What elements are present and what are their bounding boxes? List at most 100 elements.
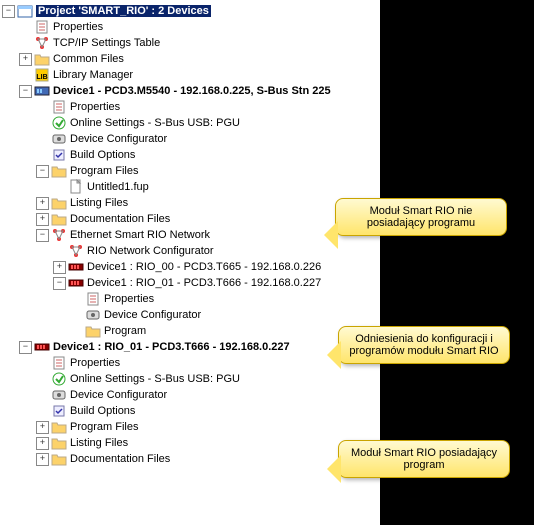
- label: Ethernet Smart RIO Network: [70, 229, 210, 241]
- folder-icon: [51, 163, 67, 179]
- label: Device1 : RIO_01 - PCD3.T666 - 192.168.0…: [53, 341, 290, 353]
- expand-toggle[interactable]: −: [36, 165, 49, 178]
- properties-icon: [34, 19, 50, 35]
- label: Device Configurator: [70, 389, 167, 401]
- dev1-fup-file[interactable]: Untitled1.fup: [0, 179, 380, 195]
- expand-toggle[interactable]: −: [36, 229, 49, 242]
- folder-icon: [51, 195, 67, 211]
- dev2-online[interactable]: Online Settings - S-Bus USB: PGU: [0, 371, 380, 387]
- online-icon: [51, 115, 67, 131]
- library-manager-node[interactable]: Library Manager: [0, 67, 380, 83]
- properties-node[interactable]: Properties: [0, 19, 380, 35]
- dev2-program-files[interactable]: + Program Files: [0, 419, 380, 435]
- rio00-node[interactable]: + Device1 : RIO_00 - PCD3.T665 - 192.168.…: [0, 259, 380, 275]
- expand-toggle[interactable]: +: [19, 53, 32, 66]
- rio-icon: [34, 339, 50, 355]
- network-icon: [68, 243, 84, 259]
- build-icon: [51, 147, 67, 163]
- folder-icon: [51, 419, 67, 435]
- dev1-online[interactable]: Online Settings - S-Bus USB: PGU: [0, 115, 380, 131]
- label: Online Settings - S-Bus USB: PGU: [70, 373, 240, 385]
- expand-toggle[interactable]: +: [36, 421, 49, 434]
- label: Properties: [70, 357, 120, 369]
- network-icon: [51, 227, 67, 243]
- tree-view: LIB − Project 'SMART_RIO' : 2 Devices Pr…: [0, 0, 380, 525]
- label: Device Configurator: [70, 133, 167, 145]
- project-icon: [17, 3, 33, 19]
- config-icon: [51, 387, 67, 403]
- label: Properties: [104, 293, 154, 305]
- dev1-program-files[interactable]: − Program Files: [0, 163, 380, 179]
- properties-icon: [85, 291, 101, 307]
- expand-toggle[interactable]: +: [36, 213, 49, 226]
- label: Program Files: [70, 165, 138, 177]
- callout-text: Odniesienia do konfiguracji i programów …: [349, 333, 498, 357]
- properties-icon: [51, 99, 67, 115]
- label: Device1 - PCD3.M5540 - 192.168.0.225, S-…: [53, 85, 331, 97]
- label: Properties: [53, 21, 103, 33]
- folder-icon: [85, 323, 101, 339]
- expand-toggle[interactable]: −: [19, 341, 32, 354]
- dev2-config[interactable]: Device Configurator: [0, 387, 380, 403]
- folder-icon: [51, 435, 67, 451]
- rio01-program[interactable]: Program: [0, 323, 380, 339]
- file-icon: [68, 179, 84, 195]
- common-files-node[interactable]: + Common Files: [0, 51, 380, 67]
- device1-node[interactable]: − Device1 - PCD3.M5540 - 192.168.0.225, …: [0, 83, 380, 99]
- callout-no-program: Moduł Smart RIO nie posiadający programu: [335, 198, 507, 236]
- config-icon: [51, 131, 67, 147]
- label: Online Settings - S-Bus USB: PGU: [70, 117, 240, 129]
- label: Untitled1.fup: [87, 181, 149, 193]
- dev1-listing[interactable]: + Listing Files: [0, 195, 380, 211]
- rio01-properties[interactable]: Properties: [0, 291, 380, 307]
- label: Program Files: [70, 421, 138, 433]
- label: Device1 : RIO_01 - PCD3.T666 - 192.168.0…: [87, 277, 321, 289]
- label: TCP/IP Settings Table: [53, 37, 160, 49]
- label: Program: [104, 325, 146, 337]
- library-icon: [34, 67, 50, 83]
- label: Build Options: [70, 405, 135, 417]
- rio01-node[interactable]: − Device1 : RIO_01 - PCD3.T666 - 192.168.…: [0, 275, 380, 291]
- rio-icon: [68, 275, 84, 291]
- tcpip-node[interactable]: TCP/IP Settings Table: [0, 35, 380, 51]
- label: Properties: [70, 101, 120, 113]
- expand-toggle[interactable]: +: [36, 453, 49, 466]
- callout-has-program: Moduł Smart RIO posiadający program: [338, 440, 510, 478]
- dev1-build[interactable]: Build Options: [0, 147, 380, 163]
- label: Documentation Files: [70, 453, 170, 465]
- label: Device1 : RIO_00 - PCD3.T665 - 192.168.0…: [87, 261, 321, 273]
- callout-text: Moduł Smart RIO posiadający program: [351, 447, 497, 471]
- dev1-properties[interactable]: Properties: [0, 99, 380, 115]
- label: Library Manager: [53, 69, 133, 81]
- device-icon: [34, 83, 50, 99]
- label: Build Options: [70, 149, 135, 161]
- callout-references: Odniesienia do konfiguracji i programów …: [338, 326, 510, 364]
- expand-toggle[interactable]: −: [53, 277, 66, 290]
- config-icon: [85, 307, 101, 323]
- dev2-listing[interactable]: + Listing Files: [0, 435, 380, 451]
- root-label: Project 'SMART_RIO' : 2 Devices: [36, 5, 211, 17]
- expand-toggle[interactable]: +: [53, 261, 66, 274]
- label: Common Files: [53, 53, 124, 65]
- properties-icon: [51, 355, 67, 371]
- expand-toggle[interactable]: −: [2, 5, 15, 18]
- expand-toggle[interactable]: +: [36, 437, 49, 450]
- rio01-config[interactable]: Device Configurator: [0, 307, 380, 323]
- label: Documentation Files: [70, 213, 170, 225]
- expand-toggle[interactable]: +: [36, 197, 49, 210]
- label: Listing Files: [70, 437, 128, 449]
- label: Device Configurator: [104, 309, 201, 321]
- expand-toggle[interactable]: −: [19, 85, 32, 98]
- callout-text: Moduł Smart RIO nie posiadający programu: [367, 205, 475, 229]
- dev2-build[interactable]: Build Options: [0, 403, 380, 419]
- label: RIO Network Configurator: [87, 245, 214, 257]
- root-node[interactable]: − Project 'SMART_RIO' : 2 Devices: [0, 3, 380, 19]
- dev1-config[interactable]: Device Configurator: [0, 131, 380, 147]
- folder-icon: [51, 211, 67, 227]
- label: Listing Files: [70, 197, 128, 209]
- network-icon: [34, 35, 50, 51]
- online-icon: [51, 371, 67, 387]
- folder-icon: [51, 451, 67, 467]
- rio-icon: [68, 259, 84, 275]
- build-icon: [51, 403, 67, 419]
